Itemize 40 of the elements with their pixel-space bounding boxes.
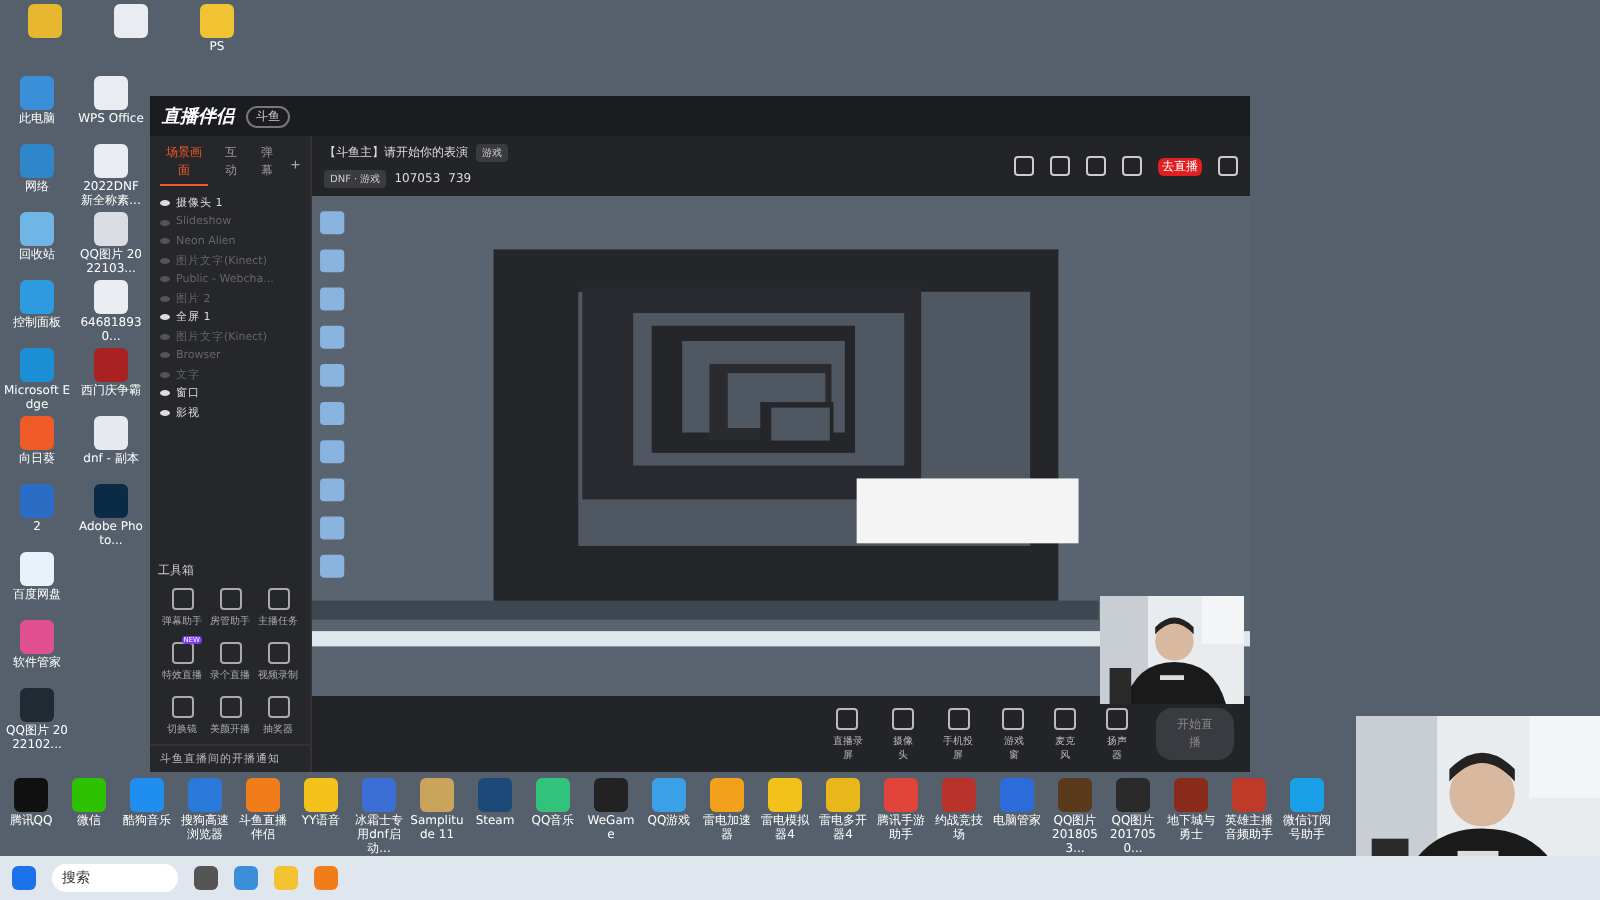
app-icon[interactable] bbox=[114, 4, 148, 38]
app-icon[interactable] bbox=[94, 416, 128, 450]
app-icon[interactable] bbox=[768, 778, 802, 812]
start-icon[interactable] bbox=[12, 866, 36, 890]
app-icon[interactable] bbox=[94, 76, 128, 110]
task-view-icon[interactable] bbox=[194, 866, 218, 890]
eye-icon[interactable] bbox=[160, 314, 170, 321]
app-icon[interactable] bbox=[594, 778, 628, 812]
app-icon[interactable] bbox=[20, 212, 54, 246]
app-icon[interactable] bbox=[1116, 778, 1150, 812]
app-icon[interactable] bbox=[20, 688, 54, 722]
app-icon[interactable] bbox=[94, 212, 128, 246]
eye-icon[interactable] bbox=[160, 409, 170, 416]
app-icon[interactable] bbox=[536, 778, 570, 812]
app-icon[interactable] bbox=[200, 4, 234, 38]
app-icon[interactable] bbox=[20, 552, 54, 586]
app-icon[interactable] bbox=[20, 348, 54, 382]
app-icon[interactable] bbox=[20, 280, 54, 314]
app-icon[interactable] bbox=[14, 778, 48, 812]
app-icon[interactable] bbox=[314, 866, 338, 890]
eye-icon[interactable] bbox=[160, 390, 170, 397]
add-button[interactable]: + bbox=[290, 156, 300, 174]
app-icon[interactable] bbox=[304, 778, 338, 812]
app-icon[interactable] bbox=[28, 4, 62, 38]
app-icon[interactable] bbox=[20, 76, 54, 110]
app-icon[interactable] bbox=[420, 778, 454, 812]
app-icon[interactable] bbox=[652, 778, 686, 812]
eye-icon[interactable] bbox=[160, 200, 170, 207]
app-icon[interactable] bbox=[94, 144, 128, 178]
app-icon[interactable] bbox=[1290, 778, 1324, 812]
app-icon[interactable] bbox=[826, 778, 860, 812]
app-icon[interactable] bbox=[246, 778, 280, 812]
app-icon[interactable] bbox=[72, 778, 106, 812]
app-icon[interactable] bbox=[710, 778, 744, 812]
app-icon[interactable] bbox=[130, 778, 164, 812]
app-icon[interactable] bbox=[94, 484, 128, 518]
app-icon[interactable] bbox=[20, 416, 54, 450]
app-icon[interactable] bbox=[20, 620, 54, 654]
app-logo: 直播伴侣 bbox=[162, 104, 234, 129]
app-icon[interactable] bbox=[94, 280, 128, 314]
